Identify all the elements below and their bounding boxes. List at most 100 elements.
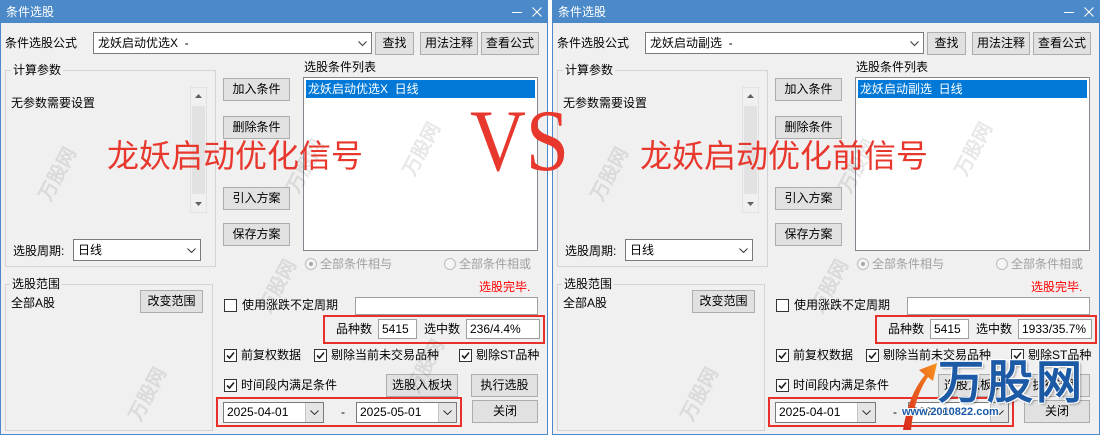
chevron-down-icon[interactable] [354,33,371,53]
selected-count-field: 236/4.4% [466,319,540,339]
list-item[interactable]: 龙妖启动副选 日线 [858,80,1087,98]
formula-label: 条件选股公式 [5,36,78,50]
formula-select-value: 龙妖启动副选 - [650,36,733,50]
chevron-down-icon[interactable] [735,240,752,260]
scroll-down-icon[interactable] [191,196,206,212]
date-from-value: 2025-04-01 [779,405,841,419]
formula-select-value: 龙妖启动优选X - [98,36,189,50]
period-label: 选股周期: [565,244,617,258]
period-select[interactable]: 日线 [73,239,201,261]
title-bar[interactable]: 条件选股 [553,1,1099,23]
find-button[interactable]: 查找 [375,32,414,55]
uncertain-period-checkbox[interactable] [776,299,789,312]
timespan-label: 时间段内满足条件 [793,378,890,392]
radio-all-or-label: 全部条件相或 [459,257,532,271]
chevron-down-icon[interactable] [438,403,456,422]
caption-left: 龙妖启动优化信号 [107,138,364,174]
formula-select[interactable]: 龙妖启动优选X - [93,32,372,54]
uncertain-period-input[interactable] [907,297,1090,315]
date-separator: - [341,405,345,419]
radio-all-or-label: 全部条件相或 [1011,257,1084,271]
usage-notes-button[interactable]: 用法注释 [972,32,1030,55]
condition-list-label: 选股条件列表 [304,60,377,74]
adjusted-data-checkbox[interactable] [776,349,789,362]
exclude-untraded-checkbox[interactable] [866,349,879,362]
find-button[interactable]: 查找 [927,32,966,55]
chevron-down-icon[interactable] [906,33,923,53]
date-to-picker[interactable]: 2025-05-01 [356,402,457,423]
status-text: 选股完毕. [479,280,531,294]
date-to-value: 2025-05-01 [360,405,422,419]
uncertain-period-checkbox[interactable] [224,299,237,312]
import-scheme-button[interactable]: 引入方案 [775,187,842,210]
change-range-button[interactable]: 改变范围 [140,290,203,313]
selected-count-field: 1933/35.7% [1018,319,1092,339]
scroll-down-icon[interactable] [743,196,758,212]
uncertain-period-label: 使用涨跌不定周期 [794,298,891,312]
save-scheme-button[interactable]: 保存方案 [223,223,290,246]
radio-all-and-label: 全部条件相与 [872,257,945,271]
add-to-block-button[interactable]: 选股入板块 [386,374,458,397]
save-scheme-button[interactable]: 保存方案 [775,223,842,246]
calc-params-legend: 计算参数 [11,63,64,77]
chevron-down-icon[interactable] [305,403,323,422]
minimize-icon[interactable] [1064,7,1074,17]
add-condition-button[interactable]: 加入条件 [775,78,842,101]
selected-count-label: 选中数 [976,322,1013,336]
uncertain-period-input[interactable] [355,297,538,315]
date-from-value: 2025-04-01 [227,405,289,419]
radio-all-or[interactable] [444,258,456,270]
change-range-button[interactable]: 改变范围 [692,290,755,313]
title-bar[interactable]: 条件选股 [1,1,547,23]
minimize-icon[interactable] [512,7,522,17]
period-select[interactable]: 日线 [625,239,753,261]
radio-all-and[interactable] [305,258,317,270]
params-text: 无参数需要设置 [563,96,648,110]
execute-selection-button[interactable]: 执行选股 [471,374,538,397]
stock-count-field: 5415 [930,319,969,339]
stock-count-label: 品种数 [888,322,925,336]
exclude-st-checkbox[interactable] [459,349,472,362]
exclude-st-label: 剔除ST品种 [476,348,540,362]
chevron-down-icon[interactable] [183,240,200,260]
radio-all-and[interactable] [857,258,869,270]
scroll-up-icon[interactable] [191,88,206,104]
timespan-label: 时间段内满足条件 [241,378,338,392]
scroll-up-icon[interactable] [743,88,758,104]
date-separator: - [893,405,897,419]
selected-count-label: 选中数 [424,322,461,336]
arrow-logo-icon [903,363,937,430]
timespan-checkbox[interactable] [224,379,237,392]
adjusted-data-checkbox[interactable] [224,349,237,362]
exclude-untraded-label: 剔除当前未交易品种 [331,348,440,362]
close-icon[interactable] [1084,7,1094,17]
window-title: 条件选股 [6,5,55,19]
view-formula-button[interactable]: 查看公式 [1033,32,1091,55]
radio-all-and-label: 全部条件相与 [320,257,393,271]
site-logo: 万股网 www.2010822.com [898,358,1096,432]
range-value: 全部A股 [11,296,56,310]
radio-all-or[interactable] [996,258,1008,270]
status-text: 选股完毕. [1031,280,1083,294]
exclude-untraded-checkbox[interactable] [314,349,327,362]
formula-select[interactable]: 龙妖启动副选 - [645,32,924,54]
close-icon[interactable] [532,7,542,17]
date-from-picker[interactable]: 2025-04-01 [775,402,876,423]
logo-text: 万股网 [938,356,1085,408]
period-select-value: 日线 [78,243,103,257]
date-from-picker[interactable]: 2025-04-01 [223,402,324,423]
add-condition-button[interactable]: 加入条件 [223,78,290,101]
timespan-checkbox[interactable] [776,379,789,392]
usage-notes-button[interactable]: 用法注释 [420,32,478,55]
formula-label: 条件选股公式 [557,36,630,50]
period-select-value: 日线 [630,243,655,257]
range-legend: 选股范围 [10,277,63,291]
condition-selection-window-left: 条件选股 条件选股公式 龙妖启动优选X - 查找 用法注释 查看公式 计算参数 … [0,0,548,435]
view-formula-button[interactable]: 查看公式 [481,32,539,55]
import-scheme-button[interactable]: 引入方案 [223,187,290,210]
range-legend: 选股范围 [562,277,615,291]
logo-url: www.2010822.com [902,406,999,418]
chevron-down-icon[interactable] [857,403,875,422]
close-button[interactable]: 关闭 [472,400,538,423]
range-value: 全部A股 [563,296,608,310]
